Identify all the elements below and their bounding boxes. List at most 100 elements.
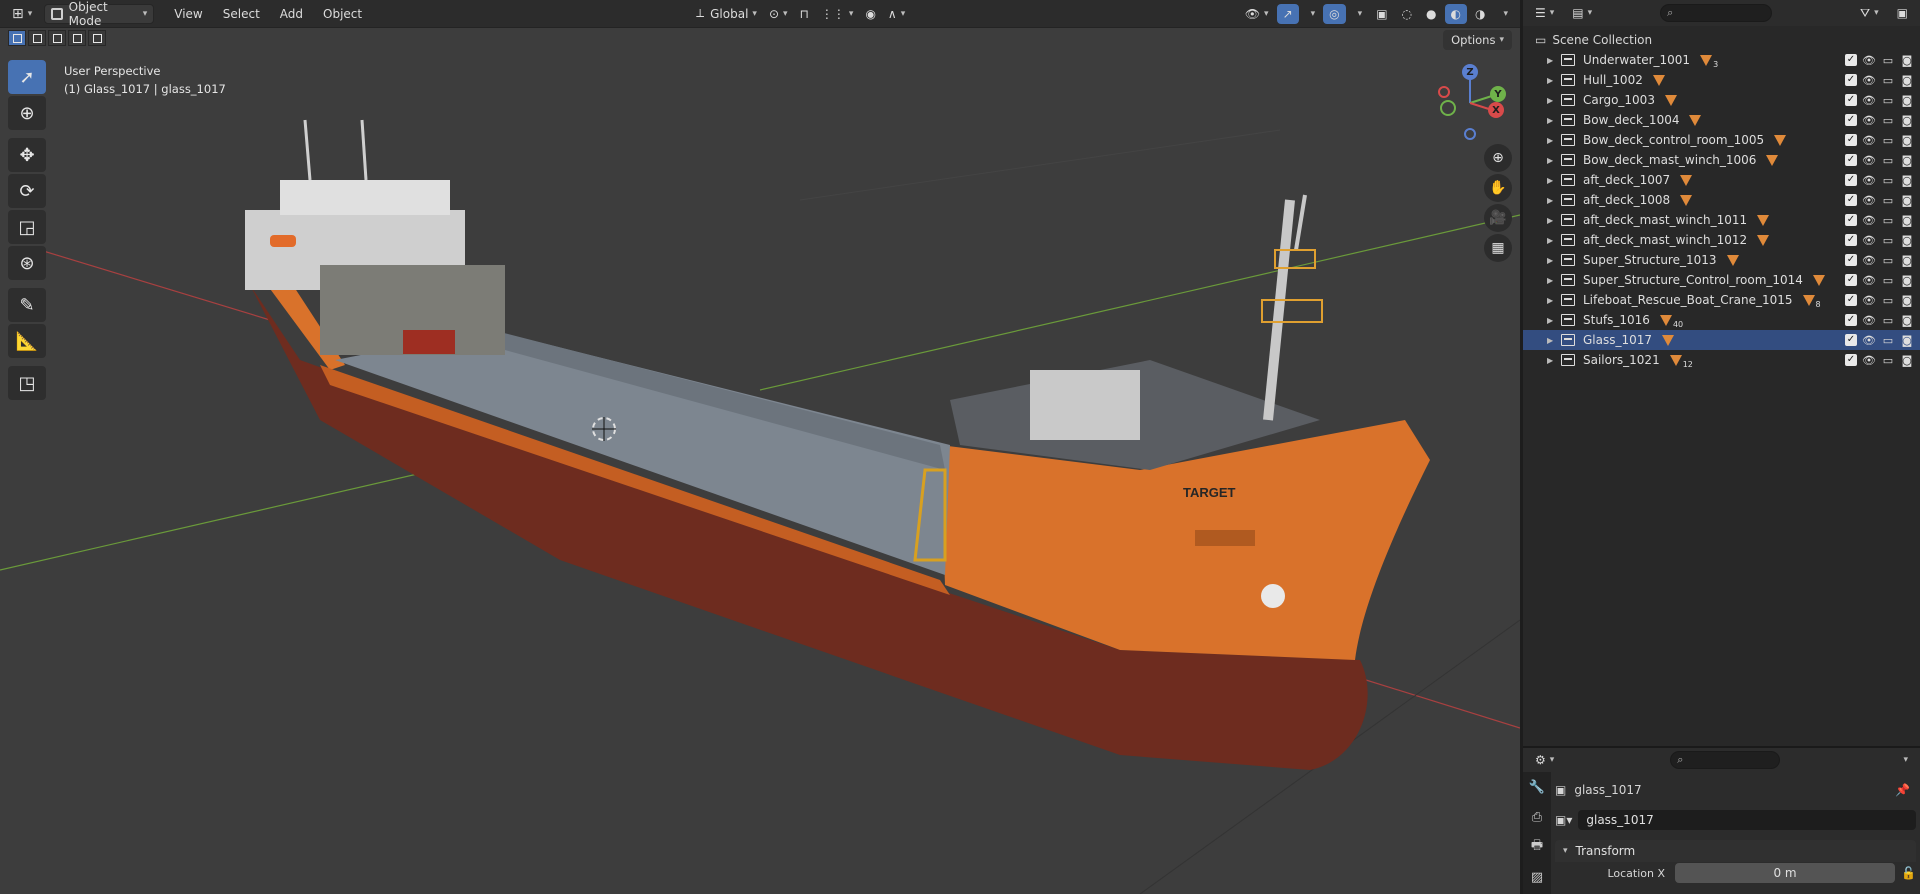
exclude-checkbox[interactable]: ✓: [1845, 94, 1857, 106]
transform-tool[interactable]: ⊛: [8, 246, 46, 280]
expand-arrow-icon[interactable]: ▶: [1547, 56, 1557, 65]
monitor-icon[interactable]: ▭: [1881, 234, 1895, 247]
visibility-dropdown[interactable]: 👁 ▾: [1239, 4, 1275, 24]
expand-arrow-icon[interactable]: ▶: [1547, 256, 1557, 265]
outliner-row[interactable]: ▶ aft_deck_mast_winch_1011 ✓ 👁 ▭ ◙: [1523, 210, 1920, 230]
select-box-tool[interactable]: ➚: [8, 60, 46, 94]
rotate-tool[interactable]: ⟳: [8, 174, 46, 208]
falloff-dropdown[interactable]: ∧ ▾: [882, 4, 911, 24]
expand-arrow-icon[interactable]: ▶: [1547, 336, 1557, 345]
outliner-row[interactable]: ▶ Underwater_1001 3 ✓ 👁 ▭ ◙: [1523, 50, 1920, 70]
expand-arrow-icon[interactable]: ▶: [1547, 236, 1557, 245]
camera-icon[interactable]: ◙: [1900, 134, 1914, 147]
expand-arrow-icon[interactable]: ▶: [1547, 156, 1557, 165]
gizmo-neg-z-axis[interactable]: [1464, 128, 1476, 140]
gizmo-neg-y-axis[interactable]: [1440, 100, 1456, 116]
outliner-row[interactable]: ▶ aft_deck_mast_winch_1012 ✓ 👁 ▭ ◙: [1523, 230, 1920, 250]
camera-icon[interactable]: ◙: [1900, 314, 1914, 327]
display-mode-dropdown[interactable]: ▤ ▾: [1566, 3, 1598, 23]
monitor-icon[interactable]: ▭: [1881, 254, 1895, 267]
monitor-icon[interactable]: ▭: [1881, 114, 1895, 127]
mesh-data-icon[interactable]: [1812, 274, 1825, 286]
outliner-row[interactable]: ▶ Bow_deck_control_room_1005 ✓ 👁 ▭ ◙: [1523, 130, 1920, 150]
eye-icon[interactable]: 👁: [1862, 314, 1876, 327]
exclude-checkbox[interactable]: ✓: [1845, 214, 1857, 226]
expand-arrow-icon[interactable]: ▶: [1547, 176, 1557, 185]
pin-icon[interactable]: 📌: [1895, 783, 1910, 797]
orientation-dropdown[interactable]: ⟂ Global ▾: [690, 4, 763, 24]
monitor-icon[interactable]: ▭: [1881, 54, 1895, 67]
mesh-data-icon[interactable]: [1669, 354, 1682, 366]
monitor-icon[interactable]: ▭: [1881, 174, 1895, 187]
ortho-toggle-button[interactable]: ▦: [1484, 234, 1512, 262]
lock-icon[interactable]: 🔓: [1901, 866, 1916, 880]
outliner-row[interactable]: ▶ Hull_1002 ✓ 👁 ▭ ◙: [1523, 70, 1920, 90]
shading-dropdown[interactable]: ▾: [1493, 4, 1514, 24]
menu-view[interactable]: View: [164, 4, 212, 24]
monitor-icon[interactable]: ▭: [1881, 74, 1895, 87]
camera-icon[interactable]: ◙: [1900, 174, 1914, 187]
monitor-icon[interactable]: ▭: [1881, 294, 1895, 307]
navigation-gizmo[interactable]: Z Y X: [1430, 58, 1510, 148]
exclude-checkbox[interactable]: ✓: [1845, 114, 1857, 126]
expand-arrow-icon[interactable]: ▶: [1547, 76, 1557, 85]
mode-dropdown[interactable]: Object Mode ▾: [44, 0, 155, 28]
eye-icon[interactable]: 👁: [1862, 74, 1876, 87]
tab-output[interactable]: 🖶: [1523, 832, 1551, 862]
outliner-row[interactable]: ▶ Bow_deck_1004 ✓ 👁 ▭ ◙: [1523, 110, 1920, 130]
exclude-checkbox[interactable]: ✓: [1845, 294, 1857, 306]
mesh-data-icon[interactable]: [1689, 114, 1702, 126]
properties-editor-type[interactable]: ⚙ ▾: [1529, 750, 1560, 770]
exclude-checkbox[interactable]: ✓: [1845, 154, 1857, 166]
outliner-row[interactable]: ▶ Lifeboat_Rescue_Boat_Crane_1015 8 ✓ 👁 ▭ ◙: [1523, 290, 1920, 310]
camera-icon[interactable]: ◙: [1900, 274, 1914, 287]
eye-icon[interactable]: 👁: [1862, 334, 1876, 347]
mesh-data-icon[interactable]: [1664, 94, 1677, 106]
camera-icon[interactable]: ◙: [1900, 194, 1914, 207]
mesh-data-icon[interactable]: [1726, 254, 1739, 266]
menu-select[interactable]: Select: [213, 4, 270, 24]
gizmo-z-axis[interactable]: Z: [1462, 64, 1478, 80]
eye-icon[interactable]: 👁: [1862, 354, 1876, 367]
eye-icon[interactable]: 👁: [1862, 254, 1876, 267]
camera-icon[interactable]: ◙: [1900, 334, 1914, 347]
gizmo-dropdown[interactable]: ▾: [1301, 4, 1322, 24]
properties-options[interactable]: ▾: [1893, 750, 1914, 770]
eye-icon[interactable]: 👁: [1862, 54, 1876, 67]
eye-icon[interactable]: 👁: [1862, 134, 1876, 147]
exclude-checkbox[interactable]: ✓: [1845, 334, 1857, 346]
eye-icon[interactable]: 👁: [1862, 94, 1876, 107]
camera-icon[interactable]: ◙: [1900, 114, 1914, 127]
gizmo-neg-x-axis[interactable]: [1438, 86, 1450, 98]
mesh-data-icon[interactable]: [1802, 294, 1815, 306]
exclude-checkbox[interactable]: ✓: [1845, 354, 1857, 366]
eye-icon[interactable]: 👁: [1862, 234, 1876, 247]
outliner-row[interactable]: ▶ aft_deck_1008 ✓ 👁 ▭ ◙: [1523, 190, 1920, 210]
select-new-button[interactable]: [8, 30, 26, 46]
monitor-icon[interactable]: ▭: [1881, 334, 1895, 347]
expand-arrow-icon[interactable]: ▶: [1547, 296, 1557, 305]
shading-rendered[interactable]: ◑: [1469, 4, 1491, 24]
exclude-checkbox[interactable]: ✓: [1845, 134, 1857, 146]
monitor-icon[interactable]: ▭: [1881, 194, 1895, 207]
outliner-row[interactable]: ▶ Sailors_1021 12 ✓ 👁 ▭ ◙: [1523, 350, 1920, 370]
monitor-icon[interactable]: ▭: [1881, 214, 1895, 227]
exclude-checkbox[interactable]: ✓: [1845, 254, 1857, 266]
tab-tool[interactable]: 🔧: [1523, 772, 1551, 802]
mesh-data-icon[interactable]: [1652, 74, 1665, 86]
data-name-field[interactable]: glass_1017: [1578, 810, 1916, 830]
eye-icon[interactable]: 👁: [1862, 214, 1876, 227]
filter-dropdown[interactable]: ⛛ ▾: [1854, 3, 1885, 23]
mesh-data-icon[interactable]: [1659, 314, 1672, 326]
monitor-icon[interactable]: ▭: [1881, 274, 1895, 287]
camera-icon[interactable]: ◙: [1900, 234, 1914, 247]
outliner-row[interactable]: ▶ Glass_1017 ✓ 👁 ▭ ◙: [1523, 330, 1920, 350]
exclude-checkbox[interactable]: ✓: [1845, 174, 1857, 186]
eye-icon[interactable]: 👁: [1862, 294, 1876, 307]
scene-collection-row[interactable]: ▭ Scene Collection: [1523, 30, 1920, 50]
outliner-row[interactable]: ▶ aft_deck_1007 ✓ 👁 ▭ ◙: [1523, 170, 1920, 190]
eye-icon[interactable]: 👁: [1862, 114, 1876, 127]
move-tool[interactable]: ✥: [8, 138, 46, 172]
select-subtract-button[interactable]: [48, 30, 66, 46]
snap-toggle[interactable]: ⊓: [794, 4, 815, 24]
